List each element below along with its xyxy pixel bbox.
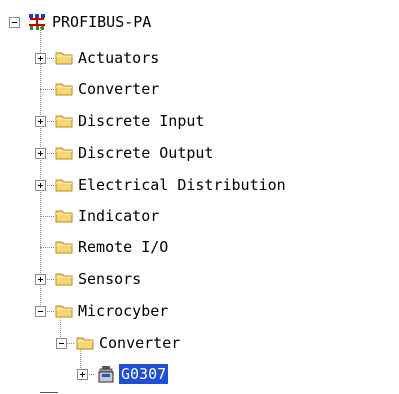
collapse-toggle[interactable] xyxy=(56,338,67,349)
network-icon xyxy=(29,14,45,30)
expand-toggle[interactable] xyxy=(35,116,46,127)
tree-item-label[interactable]: Sensors xyxy=(76,269,143,289)
tree-item-remote-io[interactable]: Remote I/O xyxy=(0,237,260,257)
folder-icon xyxy=(55,241,73,254)
folder-icon xyxy=(55,273,73,286)
tree-item-discrete-input[interactable]: Discrete Input xyxy=(0,111,300,131)
tree-item-indicator[interactable]: Indicator xyxy=(0,206,260,226)
folder-icon xyxy=(55,305,73,318)
tree-item-microcyber[interactable]: Microcyber xyxy=(0,301,260,321)
folder-icon xyxy=(55,52,73,65)
tree-item-g0307[interactable]: G0307 xyxy=(0,364,300,384)
device-icon xyxy=(98,366,114,383)
tree-item-microcyber-converter[interactable]: Converter xyxy=(0,333,300,353)
folder-icon xyxy=(55,179,73,192)
tree-item-label-selected[interactable]: G0307 xyxy=(119,364,169,384)
folder-icon xyxy=(76,337,94,350)
tree-item-sensors[interactable]: Sensors xyxy=(0,269,260,289)
tree-root[interactable]: PROFIBUS-PA xyxy=(0,12,200,32)
tree-item-label[interactable]: Converter xyxy=(97,333,182,353)
tree-item-label[interactable]: Converter xyxy=(76,79,161,99)
tree-item-label[interactable]: Remote I/O xyxy=(76,237,170,257)
folder-icon xyxy=(55,210,73,223)
tree-item-discrete-output[interactable]: Discrete Output xyxy=(0,143,300,163)
folder-icon xyxy=(55,147,73,160)
truncated-item-indicator xyxy=(40,392,58,393)
collapse-toggle[interactable] xyxy=(9,17,20,28)
tree-item-electrical-distribution[interactable]: Electrical Distribution xyxy=(0,175,399,195)
expand-toggle[interactable] xyxy=(35,180,46,191)
expand-toggle[interactable] xyxy=(77,369,88,380)
tree-item-label[interactable]: Discrete Output xyxy=(76,143,215,163)
expand-toggle[interactable] xyxy=(35,274,46,285)
tree-root-label[interactable]: PROFIBUS-PA xyxy=(50,12,153,32)
collapse-toggle[interactable] xyxy=(35,306,46,317)
folder-icon xyxy=(55,83,73,96)
tree-item-converter[interactable]: Converter xyxy=(0,79,260,99)
tree-item-actuators[interactable]: Actuators xyxy=(0,48,260,68)
folder-icon xyxy=(55,115,73,128)
tree-item-label[interactable]: Microcyber xyxy=(76,301,170,321)
tree-item-label[interactable]: Electrical Distribution xyxy=(76,175,288,195)
device-tree: PROFIBUS-PA Actuators Converter Discrete… xyxy=(0,0,399,394)
tree-item-label[interactable]: Actuators xyxy=(76,48,161,68)
tree-item-label[interactable]: Indicator xyxy=(76,206,161,226)
tree-item-label[interactable]: Discrete Input xyxy=(76,111,206,131)
expand-toggle[interactable] xyxy=(35,148,46,159)
expand-toggle[interactable] xyxy=(35,53,46,64)
